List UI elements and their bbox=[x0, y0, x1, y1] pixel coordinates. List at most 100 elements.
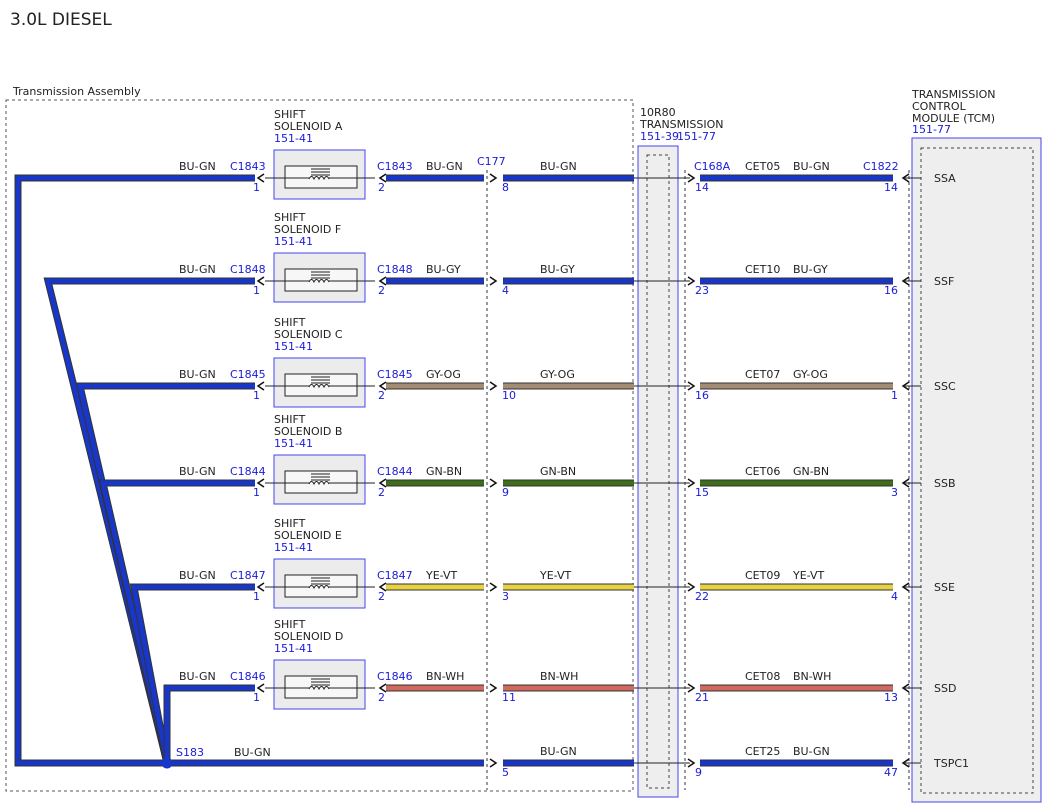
tcm-pin: 14 bbox=[884, 181, 898, 194]
solenoid-connector-left: C1843 bbox=[230, 160, 266, 173]
return-pin: 1 bbox=[253, 284, 260, 297]
c177-arrow bbox=[489, 758, 498, 768]
signal-wire-label: GN-BN bbox=[426, 465, 462, 478]
transmission-box bbox=[637, 145, 679, 798]
tcm-wire-label: YE-VT bbox=[792, 569, 825, 582]
solenoid-connector-left: C1847 bbox=[230, 569, 266, 582]
signal-pin: 2 bbox=[378, 181, 385, 194]
circuit-rows: SHIFTSOLENOID A151-41BU-GN C18431C1843 BU-… bbox=[14, 108, 969, 779]
splice-label: S183 bbox=[176, 746, 204, 759]
tcm-box bbox=[911, 137, 1042, 803]
solenoid-ref: 151-41 bbox=[274, 132, 313, 145]
tcm-pin: 1 bbox=[891, 389, 898, 402]
solenoid-connector-right: C1844 bbox=[377, 465, 413, 478]
tcm-signal-name: SSF bbox=[934, 275, 954, 288]
return-bus-wire bbox=[99, 480, 255, 764]
c168a-pin: 23 bbox=[695, 284, 709, 297]
solenoid-ref: 151-41 bbox=[274, 541, 313, 554]
signal-pin: 2 bbox=[378, 691, 385, 704]
c177-arrow bbox=[489, 173, 498, 183]
solenoid-connector-right: C1846 bbox=[377, 670, 413, 683]
solenoid-connector-right: C1848 bbox=[377, 263, 413, 276]
mid-wire-label: GN-BN bbox=[540, 465, 576, 478]
return-bus-outline bbox=[14, 174, 255, 767]
return-bus-wire bbox=[15, 175, 255, 766]
solenoid-ref: 151-41 bbox=[274, 340, 313, 353]
page-title: 3.0L DIESEL bbox=[10, 10, 112, 30]
signal-pin: 2 bbox=[378, 284, 385, 297]
mid-wire-label: YE-VT bbox=[539, 569, 572, 582]
c177-arrow bbox=[489, 478, 498, 488]
mid-wire-label: BU-GY bbox=[540, 263, 575, 276]
circuit-id: CET09 bbox=[745, 569, 780, 582]
return-pin: 1 bbox=[253, 691, 260, 704]
signal-wire-label: BU-GY bbox=[426, 263, 461, 276]
c177-arrow bbox=[489, 582, 498, 592]
solenoid-ref: 151-41 bbox=[274, 642, 313, 655]
common-c168a-pin: 9 bbox=[695, 766, 702, 779]
return-wire-label: BU-GN bbox=[179, 263, 216, 276]
tcm-ref: 151-77 bbox=[912, 123, 951, 136]
return-wire-label: BU-GN bbox=[179, 465, 216, 478]
c177-pin: 4 bbox=[502, 284, 509, 297]
solenoid-connector-left: C1844 bbox=[230, 465, 266, 478]
splice-wire-label: BU-GN bbox=[234, 746, 271, 759]
circuit-id: CET10 bbox=[745, 263, 780, 276]
tcm-wire-label: GN-BN bbox=[793, 465, 829, 478]
tcm-pin: 4 bbox=[891, 590, 898, 603]
tcm-signal-name: SSE bbox=[934, 581, 955, 594]
c177-pin: 10 bbox=[502, 389, 516, 402]
tcm-signal-name: SSB bbox=[934, 477, 956, 490]
c177-pin: 11 bbox=[502, 691, 516, 704]
tcm-signal-name: SSC bbox=[934, 380, 956, 393]
solenoid-connector-left: C1845 bbox=[230, 368, 266, 381]
signal-pin: 2 bbox=[378, 590, 385, 603]
c168a-pin: 14 bbox=[695, 181, 709, 194]
circuit-id: CET08 bbox=[745, 670, 780, 683]
c177-label: C177 bbox=[477, 155, 506, 168]
common-mid-wire-label: BU-GN bbox=[540, 745, 577, 758]
return-pin: 1 bbox=[253, 181, 260, 194]
c1822-label: C1822 bbox=[863, 160, 899, 173]
transmission-ref-2: 151-77 bbox=[677, 130, 716, 143]
common-c177-pin: 5 bbox=[502, 766, 509, 779]
c177-pin: 8 bbox=[502, 181, 509, 194]
mid-wire-label: BU-GN bbox=[540, 160, 577, 173]
signal-wire-label: BU-GN bbox=[426, 160, 463, 173]
return-bus-outline bbox=[98, 479, 255, 764]
solenoid-connector-left: C1848 bbox=[230, 263, 266, 276]
common-tcm-pin: 47 bbox=[884, 766, 898, 779]
wiring-diagram: 3.0L DIESEL Transmission Assembly 10R80 … bbox=[5, 10, 1042, 803]
common-tcm-wire-label: BU-GN bbox=[793, 745, 830, 758]
tcm-signal-name: SSD bbox=[934, 682, 956, 695]
c168a-label: C168A bbox=[694, 160, 731, 173]
tcm-pin: 3 bbox=[891, 486, 898, 499]
common-tcm-signal-name: TSPC1 bbox=[933, 757, 969, 770]
c168a-pin: 16 bbox=[695, 389, 709, 402]
circuit-id: CET06 bbox=[745, 465, 780, 478]
solenoid-ref: 151-41 bbox=[274, 235, 313, 248]
solenoid-connector-right: C1845 bbox=[377, 368, 413, 381]
tcm-wire-label: BU-GN bbox=[793, 160, 830, 173]
return-wire-label: BU-GN bbox=[179, 368, 216, 381]
c177-arrow bbox=[489, 276, 498, 286]
c168a-pin: 15 bbox=[695, 486, 709, 499]
tcm-signal-name: SSA bbox=[934, 172, 956, 185]
tcm-wire-label: GY-OG bbox=[793, 368, 828, 381]
c168a-pin: 22 bbox=[695, 590, 709, 603]
return-wire-label: BU-GN bbox=[179, 160, 216, 173]
splice-s183 bbox=[161, 757, 173, 769]
c177-arrow bbox=[489, 683, 498, 693]
transmission-ref-1: 151-39 bbox=[640, 130, 679, 143]
return-wire-label: BU-GN bbox=[179, 670, 216, 683]
return-pin: 1 bbox=[253, 486, 260, 499]
circuit-id: CET05 bbox=[745, 160, 780, 173]
c168a-pin: 21 bbox=[695, 691, 709, 704]
common-circuit-id: CET25 bbox=[745, 745, 780, 758]
c177-pin: 9 bbox=[502, 486, 509, 499]
c177-pin: 3 bbox=[502, 590, 509, 603]
signal-pin: 2 bbox=[378, 486, 385, 499]
circuit-id: CET07 bbox=[745, 368, 780, 381]
tcm-pin: 13 bbox=[884, 691, 898, 704]
signal-wire-label: BN-WH bbox=[426, 670, 464, 683]
